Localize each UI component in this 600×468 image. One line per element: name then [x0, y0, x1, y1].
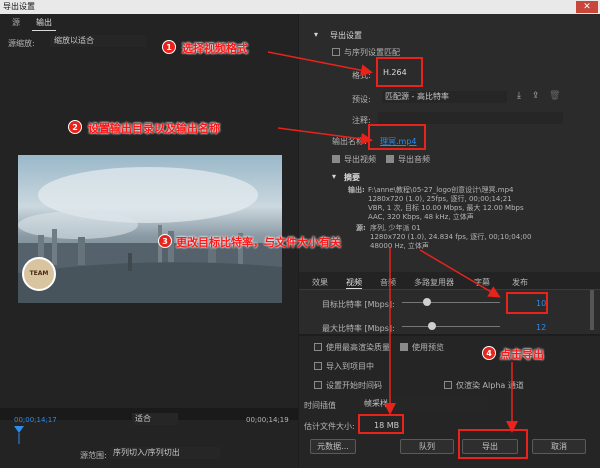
arrow-1: [267, 51, 373, 77]
arrow-2: [277, 127, 373, 145]
callout-4-number: 4: [482, 346, 496, 360]
callout-4-text: 点击导出: [500, 348, 544, 361]
callout-3-number: 3: [158, 234, 172, 248]
arrow-3b: [419, 249, 501, 298]
callout-2-text: 设置输出目录以及输出名称: [88, 122, 220, 135]
callout-1-number: 1: [162, 40, 176, 54]
callout-1-text: 选择视频格式: [182, 42, 248, 55]
callout-2-number: 2: [68, 120, 82, 134]
callout-3-text: 更改目标比特率，与文件大小有关: [176, 236, 341, 249]
